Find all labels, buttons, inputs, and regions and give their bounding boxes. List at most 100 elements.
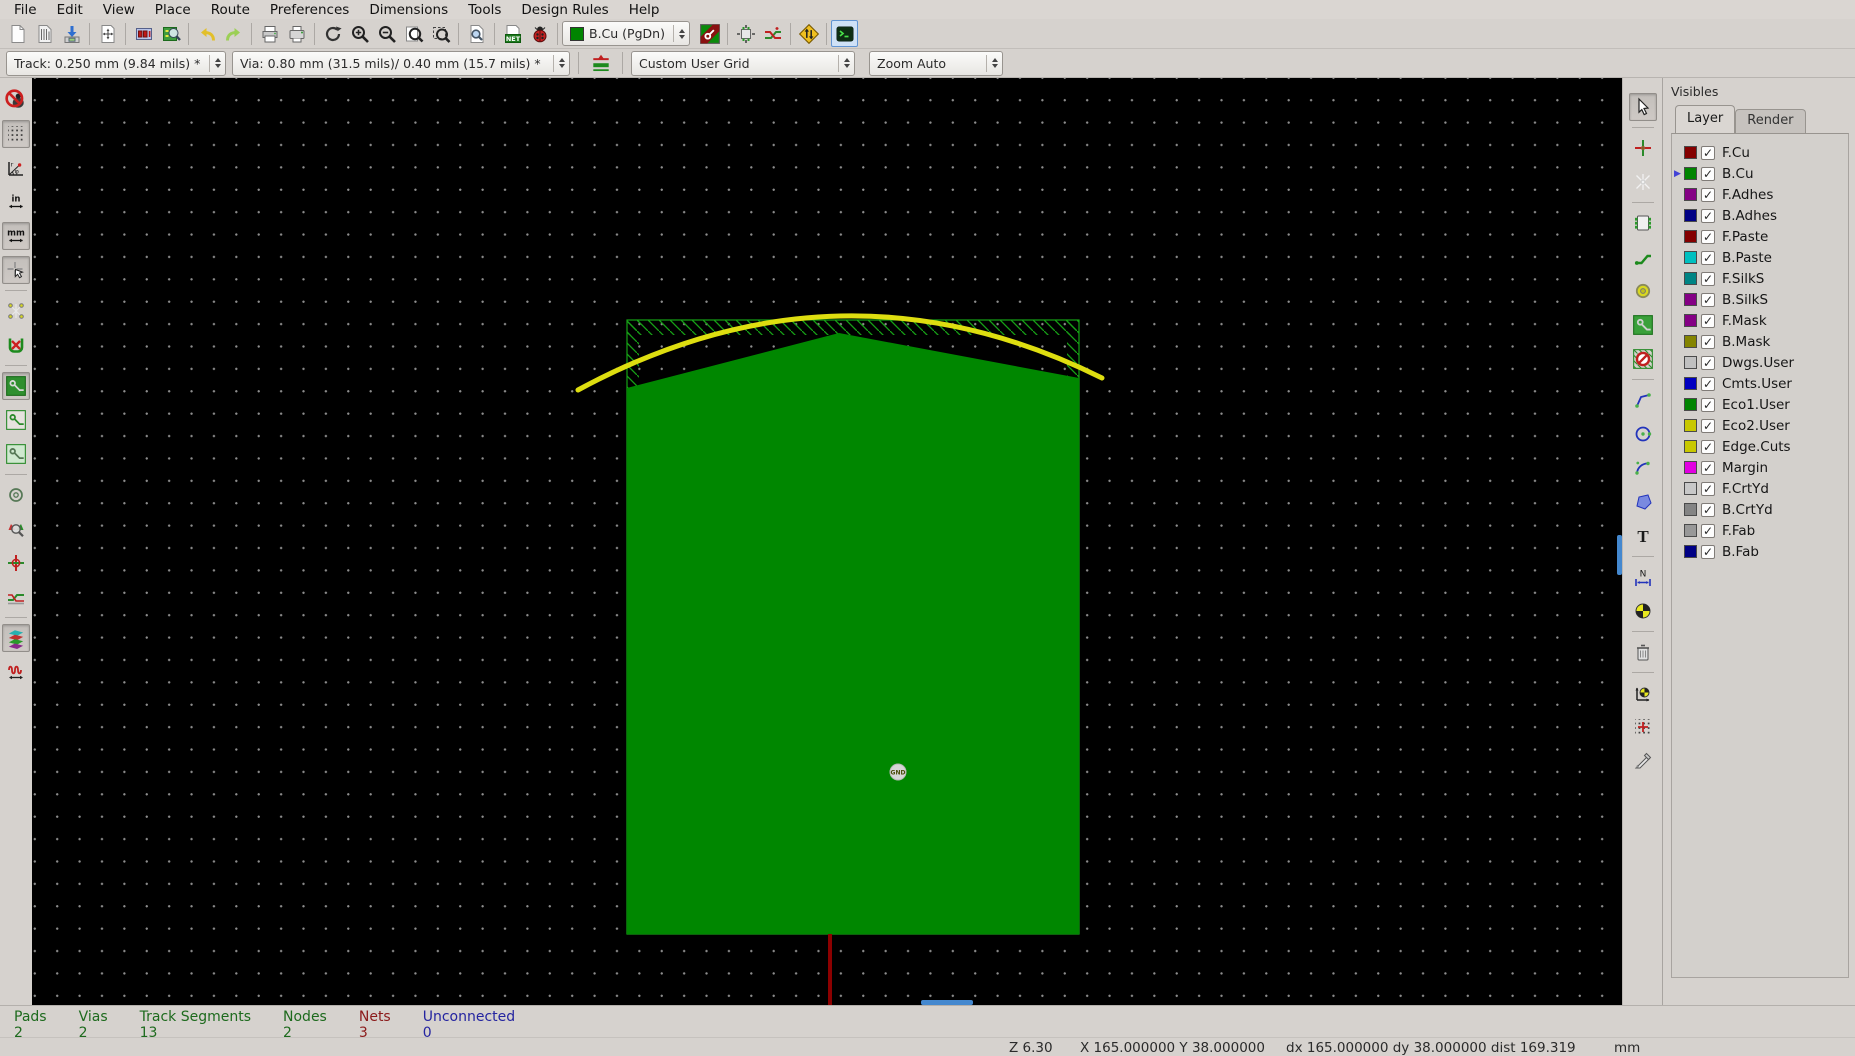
zone-outline-mode-button[interactable] bbox=[2, 440, 30, 468]
layer-selector[interactable]: B.Cu (PgDn) bbox=[562, 21, 690, 46]
show-ratsnest-button[interactable] bbox=[2, 297, 30, 325]
show-vias-sketch-button[interactable] bbox=[2, 549, 30, 577]
grid-visibility-button[interactable] bbox=[2, 120, 30, 148]
track-width-selector[interactable]: Track: 0.250 mm (9.84 mils) * bbox=[6, 51, 226, 76]
zoom-in-button[interactable] bbox=[346, 20, 373, 47]
layer-row-edgecuts[interactable]: ✓Edge.Cuts bbox=[1672, 436, 1848, 457]
tab-render[interactable]: Render bbox=[1735, 109, 1805, 133]
add-polygon-button[interactable] bbox=[1629, 488, 1657, 516]
layer-row-fadhes[interactable]: ✓F.Adhes bbox=[1672, 184, 1848, 205]
layer-visibility-checkbox[interactable]: ✓ bbox=[1701, 251, 1715, 265]
layer-row-eco2[interactable]: ✓Eco2.User bbox=[1672, 415, 1848, 436]
layer-row-fpaste[interactable]: ✓F.Paste bbox=[1672, 226, 1848, 247]
menu-help[interactable]: Help bbox=[619, 1, 670, 19]
menu-file[interactable]: File bbox=[4, 1, 47, 19]
show-tracks-sketch-button[interactable] bbox=[2, 583, 30, 611]
undo-button[interactable] bbox=[193, 20, 220, 47]
layer-visibility-checkbox[interactable]: ✓ bbox=[1701, 503, 1715, 517]
select-tool-button[interactable] bbox=[1629, 93, 1657, 121]
place-drill-origin-button[interactable] bbox=[1629, 679, 1657, 707]
layer-row-dwgs[interactable]: ✓Dwgs.User bbox=[1672, 352, 1848, 373]
layer-visibility-checkbox[interactable]: ✓ bbox=[1701, 482, 1715, 496]
menu-preferences[interactable]: Preferences bbox=[260, 1, 359, 19]
layer-visibility-checkbox[interactable]: ✓ bbox=[1701, 461, 1715, 475]
layer-row-eco1[interactable]: ✓Eco1.User bbox=[1672, 394, 1848, 415]
redo-button[interactable] bbox=[220, 20, 247, 47]
place-grid-origin-button[interactable] bbox=[1629, 713, 1657, 741]
add-track-button[interactable] bbox=[1629, 243, 1657, 271]
zoom-fit-button[interactable] bbox=[400, 20, 427, 47]
add-keepout-button[interactable] bbox=[1629, 345, 1657, 373]
menu-place[interactable]: Place bbox=[145, 1, 201, 19]
layer-pair-indicator[interactable] bbox=[696, 20, 723, 47]
print-button[interactable] bbox=[256, 20, 283, 47]
zoom-selection-button[interactable] bbox=[427, 20, 454, 47]
units-inch-button[interactable]: in bbox=[2, 188, 30, 216]
layer-visibility-checkbox[interactable]: ✓ bbox=[1701, 188, 1715, 202]
add-zone-button[interactable] bbox=[1629, 311, 1657, 339]
plot-button[interactable] bbox=[283, 20, 310, 47]
layer-visibility-checkbox[interactable]: ✓ bbox=[1701, 272, 1715, 286]
menu-view[interactable]: View bbox=[93, 1, 145, 19]
units-mm-button[interactable]: mm bbox=[2, 222, 30, 250]
footprint-viewer-button[interactable] bbox=[157, 20, 184, 47]
python-console-button[interactable] bbox=[831, 20, 858, 47]
read-netlist-button[interactable]: NET bbox=[499, 20, 526, 47]
layer-visibility-checkbox[interactable]: ✓ bbox=[1701, 146, 1715, 160]
auto-track-width-button[interactable] bbox=[587, 50, 614, 77]
footprint-editor-button[interactable] bbox=[130, 20, 157, 47]
save-board-button[interactable] bbox=[58, 20, 85, 47]
layer-visibility-checkbox[interactable]: ✓ bbox=[1701, 545, 1715, 559]
add-target-button[interactable] bbox=[1629, 597, 1657, 625]
drc-button[interactable] bbox=[526, 20, 553, 47]
zoom-selector[interactable]: Zoom Auto bbox=[869, 51, 1003, 76]
layer-row-fcrtyd[interactable]: ✓F.CrtYd bbox=[1672, 478, 1848, 499]
grid-selector[interactable]: Custom User Grid bbox=[631, 51, 855, 76]
add-graphic-line-button[interactable] bbox=[1629, 386, 1657, 414]
layer-row-bfab[interactable]: ✓B.Fab bbox=[1672, 541, 1848, 562]
layer-row-fcu[interactable]: ✓F.Cu bbox=[1672, 142, 1848, 163]
zone-wireframe-mode-button[interactable] bbox=[2, 406, 30, 434]
layer-row-margin[interactable]: ✓Margin bbox=[1672, 457, 1848, 478]
layer-visibility-checkbox[interactable]: ✓ bbox=[1701, 419, 1715, 433]
tab-layer[interactable]: Layer bbox=[1675, 105, 1735, 133]
layer-row-cmts[interactable]: ✓Cmts.User bbox=[1672, 373, 1848, 394]
layer-row-ffab[interactable]: ✓F.Fab bbox=[1672, 520, 1848, 541]
menu-route[interactable]: Route bbox=[201, 1, 260, 19]
copper-zone-fill[interactable] bbox=[627, 333, 1079, 934]
add-text-button[interactable]: T bbox=[1629, 522, 1657, 550]
layer-row-bmask[interactable]: ✓B.Mask bbox=[1672, 331, 1848, 352]
layer-row-badh es[interactable]: ✓B.Adhes bbox=[1672, 205, 1848, 226]
show-pads-sketch-button[interactable] bbox=[2, 481, 30, 509]
layer-visibility-checkbox[interactable]: ✓ bbox=[1701, 314, 1715, 328]
mode-footprint-button[interactable] bbox=[732, 20, 759, 47]
add-graphic-arc-button[interactable] bbox=[1629, 454, 1657, 482]
layer-visibility-checkbox[interactable]: ✓ bbox=[1701, 209, 1715, 223]
add-via-button[interactable] bbox=[1629, 277, 1657, 305]
layer-row-bcrtyd[interactable]: ✓B.CrtYd bbox=[1672, 499, 1848, 520]
freeroute-button[interactable] bbox=[795, 20, 822, 47]
measure-tool-button[interactable] bbox=[1629, 747, 1657, 775]
delete-items-button[interactable] bbox=[1629, 638, 1657, 666]
add-dimension-button[interactable]: N bbox=[1629, 563, 1657, 591]
find-button[interactable] bbox=[463, 20, 490, 47]
new-board-button[interactable] bbox=[4, 20, 31, 47]
menu-dimensions[interactable]: Dimensions bbox=[359, 1, 458, 19]
layer-visibility-checkbox[interactable]: ✓ bbox=[1701, 356, 1715, 370]
via-size-selector[interactable]: Via: 0.80 mm (31.5 mils)/ 0.40 mm (15.7 … bbox=[232, 51, 570, 76]
layer-visibility-checkbox[interactable]: ✓ bbox=[1701, 524, 1715, 538]
microwave-toolbar-toggle[interactable] bbox=[2, 658, 30, 686]
layer-row-fsilks[interactable]: ✓F.SilkS bbox=[1672, 268, 1848, 289]
add-footprint-button[interactable] bbox=[1629, 209, 1657, 237]
high-contrast-mode-button[interactable] bbox=[2, 515, 30, 543]
mode-track-button[interactable] bbox=[759, 20, 786, 47]
zoom-redraw-button[interactable] bbox=[319, 20, 346, 47]
layer-visibility-checkbox[interactable]: ✓ bbox=[1701, 293, 1715, 307]
layer-visibility-checkbox[interactable]: ✓ bbox=[1701, 440, 1715, 454]
layer-visibility-checkbox[interactable]: ✓ bbox=[1701, 398, 1715, 412]
layer-visibility-checkbox[interactable]: ✓ bbox=[1701, 377, 1715, 391]
auto-delete-track-button[interactable] bbox=[2, 331, 30, 359]
menu-design-rules[interactable]: Design Rules bbox=[511, 1, 618, 19]
add-graphic-circle-button[interactable] bbox=[1629, 420, 1657, 448]
layer-row-fmask[interactable]: ✓F.Mask bbox=[1672, 310, 1848, 331]
